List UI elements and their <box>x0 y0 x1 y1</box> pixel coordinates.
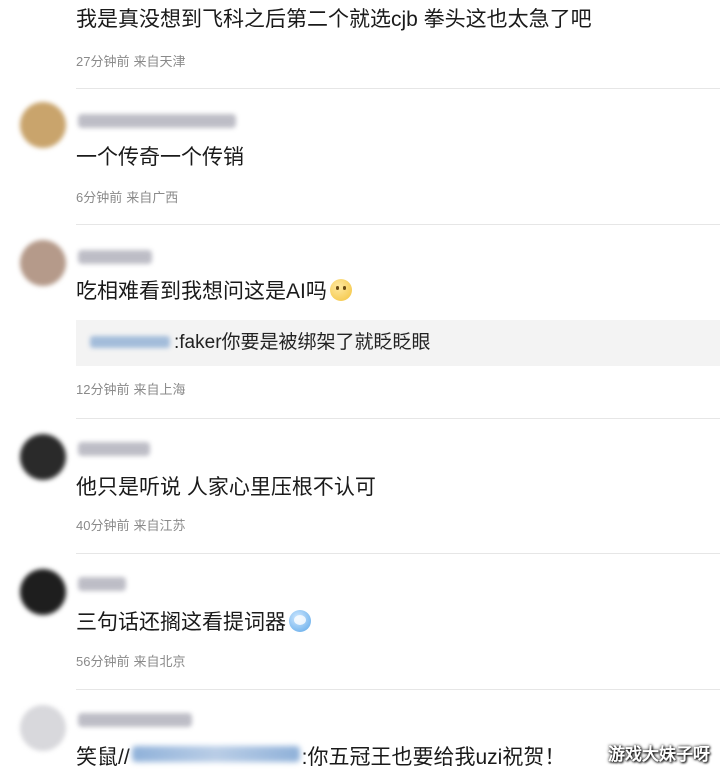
avatar[interactable] <box>20 569 66 615</box>
comment-time: 56分钟前 <box>76 654 130 669</box>
username-blurred[interactable] <box>78 114 236 128</box>
comment-location: 来自上海 <box>133 382 186 397</box>
divider <box>76 418 720 419</box>
crying-laugh-emoji-icon <box>289 610 311 632</box>
comment-location: 来自广西 <box>126 190 179 205</box>
username-blurred[interactable] <box>78 442 150 456</box>
comment-text: 吃相难看到我想问这是AI吗 <box>76 278 352 306</box>
comment-text: 他只是听说 人家心里压根不认可 <box>76 476 376 499</box>
smile-emoji-icon <box>329 279 352 301</box>
reply-preview[interactable]: :faker你要是被绑架了就眨眨眼 <box>76 320 720 366</box>
divider <box>76 224 720 225</box>
comment-meta: 6分钟前 来自广西 <box>76 187 182 206</box>
comment-text-prefix: 笑鼠// <box>76 746 130 769</box>
comment-text: 一个传奇一个传销 <box>76 146 244 169</box>
comment-location: 来自江苏 <box>133 518 186 533</box>
comment-text-suffix: :你五冠王也要给我uzi祝贺！ <box>301 746 566 769</box>
comment-meta: 12分钟前 来自上海 <box>76 379 189 398</box>
username-blurred[interactable] <box>78 577 126 591</box>
comment-time: 27分钟前 <box>76 54 130 69</box>
reply-text: :faker你要是被绑架了就眨眨眼 <box>174 332 431 353</box>
comment-location: 来自北京 <box>133 654 186 669</box>
avatar[interactable] <box>20 240 66 286</box>
comment-time: 40分钟前 <box>76 518 130 533</box>
watermark: 游戏大妹子呀 <box>608 745 710 764</box>
comment-text-body: 三句话还搁这看提词器 <box>76 611 286 634</box>
reply-username-blurred[interactable] <box>90 336 170 348</box>
comment-text: 笑鼠// :你五冠王也要给我uzi祝贺！ <box>76 744 565 772</box>
comment-location: 来自天津 <box>133 54 186 69</box>
comment-time: 6分钟前 <box>76 190 123 205</box>
avatar[interactable] <box>20 102 66 148</box>
comment-meta: 27分钟前 来自天津 <box>76 51 189 70</box>
comment-text: 我是真没想到飞科之后第二个就选cjb 拳头这也太急了吧 <box>76 8 592 31</box>
avatar[interactable] <box>20 705 66 751</box>
comment-meta: 40分钟前 来自江苏 <box>76 515 189 534</box>
comment-time: 12分钟前 <box>76 382 130 397</box>
comment-text: 三句话还搁这看提词器 <box>76 609 311 637</box>
comment-meta: 56分钟前 来自北京 <box>76 651 189 670</box>
divider <box>76 553 720 554</box>
mentioned-username-blurred[interactable] <box>131 746 300 762</box>
username-blurred[interactable] <box>78 713 192 727</box>
avatar[interactable] <box>20 434 66 480</box>
username-blurred[interactable] <box>78 250 152 264</box>
divider <box>76 88 720 89</box>
comment-text-body: 吃相难看到我想问这是AI吗 <box>76 280 327 303</box>
divider <box>76 689 720 690</box>
